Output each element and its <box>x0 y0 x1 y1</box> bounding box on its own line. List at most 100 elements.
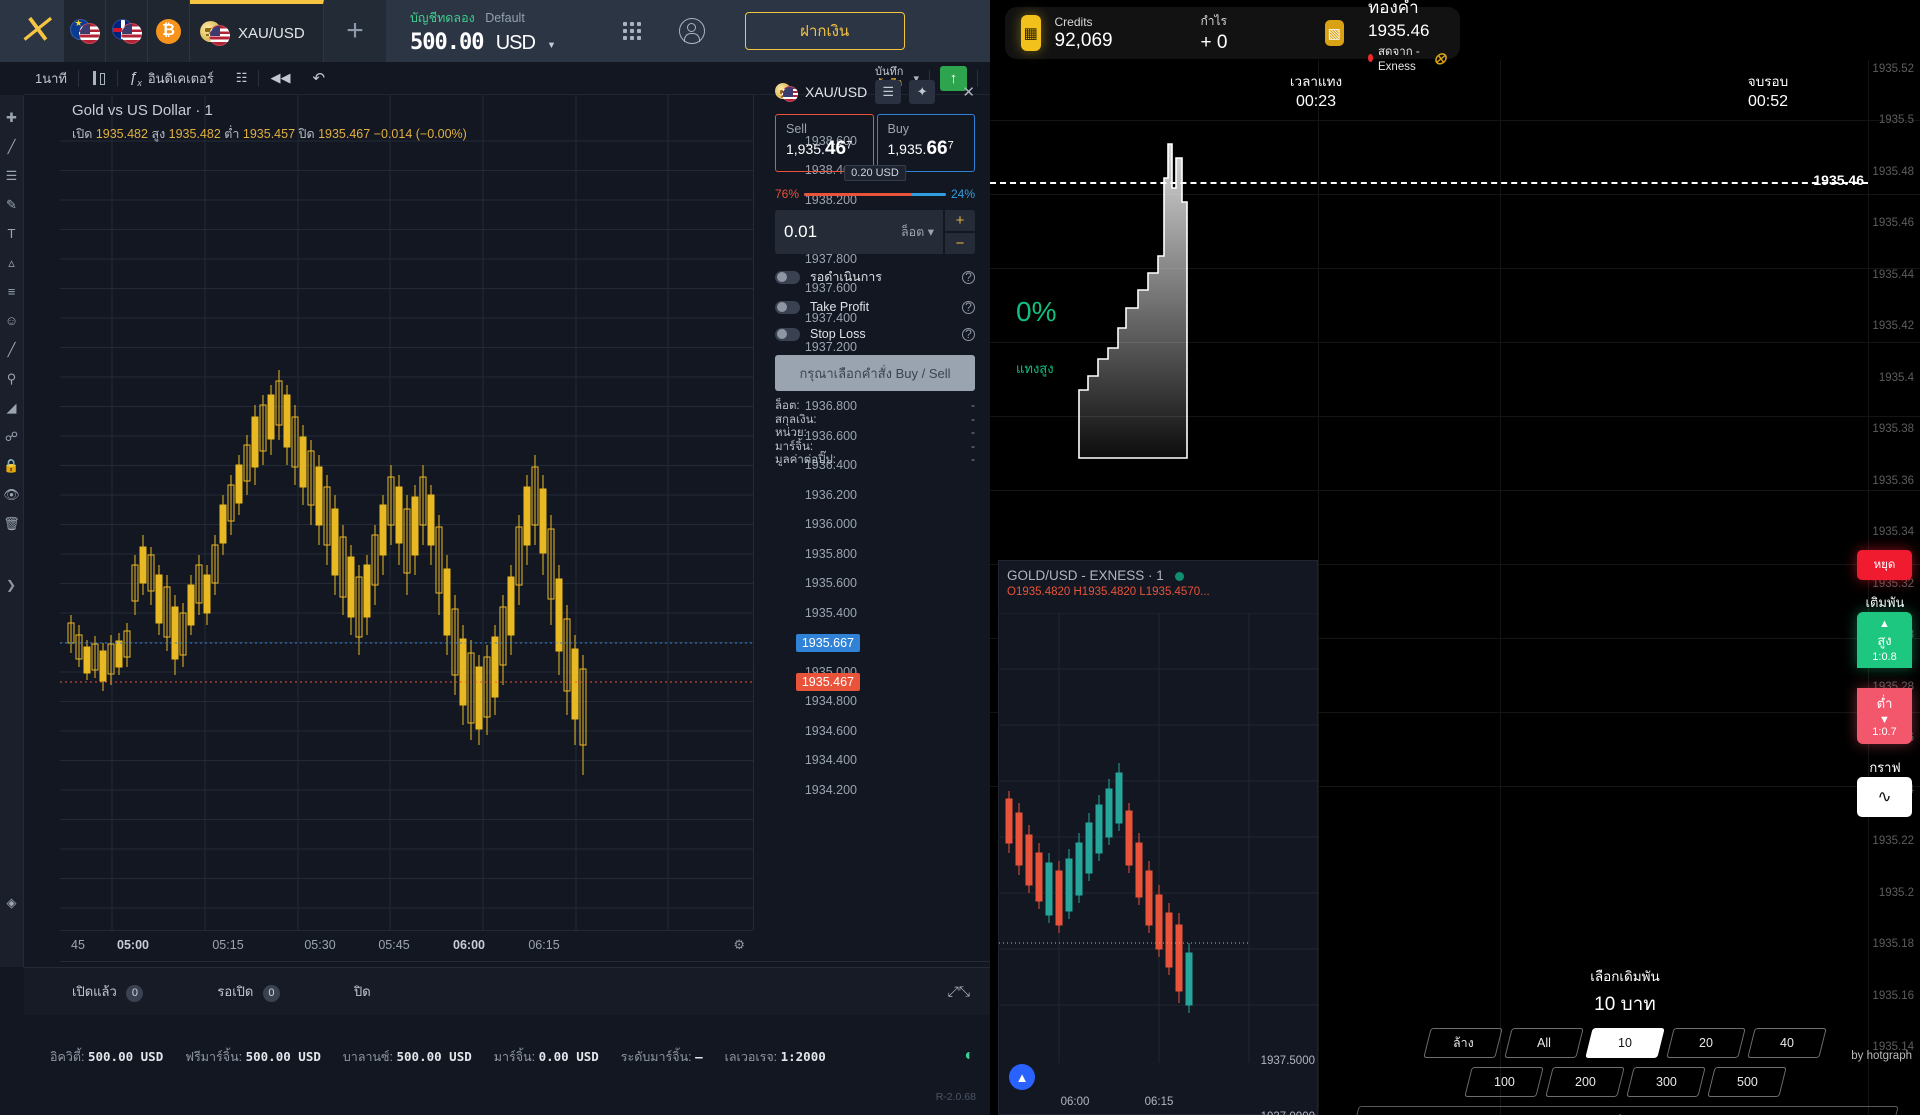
trash-icon[interactable]: 🗑 <box>0 509 24 538</box>
chevron-down-icon[interactable]: ▾ <box>547 37 556 53</box>
tab-pending-positions[interactable]: รอเปิด 0 <box>217 981 280 1002</box>
eu-us-flag-pair-icon <box>69 19 100 44</box>
current-price-label: 1935.46 <box>1813 172 1864 188</box>
mini-price-tick: 1937.5000 <box>1260 1055 1315 1067</box>
sentiment-progress <box>804 192 946 196</box>
lot-input[interactable]: 0.01 ล็อต ▾ <box>775 210 943 254</box>
user-profile-icon[interactable] <box>678 18 705 44</box>
chip-all[interactable]: All <box>1504 1028 1584 1058</box>
lot-size-field[interactable]: 0.01 ล็อต ▾ + − <box>775 210 975 254</box>
how-to-play-button[interactable]: วิธีเล่น <box>1351 1106 1899 1115</box>
tab-open-positions[interactable]: เปิดแล้ว 0 <box>72 981 144 1002</box>
symbol-tab-gbpusd[interactable] <box>106 0 148 62</box>
hg-price-tick: 1935.4 <box>1878 372 1914 384</box>
chart-grid <box>60 95 753 930</box>
bet-chip-row-2: 100 200 300 500 <box>1330 1067 1920 1097</box>
magnet-icon[interactable]: ☍ <box>0 422 24 451</box>
sell-button[interactable]: Sell 1,935.467 <box>775 114 874 172</box>
layers-icon[interactable]: ◈ <box>0 888 24 917</box>
take-profit-toggle[interactable] <box>775 300 800 314</box>
layout-button[interactable]: ☷ <box>225 62 259 95</box>
pending-order-toggle-row[interactable]: รอดำเนินการ ? <box>775 267 975 287</box>
time-tick: 45 <box>71 938 85 952</box>
expand-icon[interactable]: ⤢⤡ <box>948 983 990 1000</box>
pattern-icon[interactable]: ▵ <box>0 248 24 277</box>
chip-200[interactable]: 200 <box>1544 1067 1625 1097</box>
mini-time-tick: 06:00 <box>1060 1096 1090 1108</box>
deposit-button[interactable]: ฝากเงิน <box>744 12 905 50</box>
chip-500[interactable]: 500 <box>1706 1067 1787 1097</box>
text-icon[interactable]: T <box>0 219 24 248</box>
hg-price-tick: 1935.46 <box>1872 217 1914 229</box>
brush-icon[interactable]: ✎ <box>0 190 24 219</box>
account-selector[interactable]: บัญชีทดลอง Default 500.00 USD ▾ <box>410 8 556 55</box>
pending-order-toggle[interactable] <box>775 270 800 284</box>
lot-value: 0.01 <box>784 222 818 241</box>
entry-countdown-label: เวลาแทง <box>1289 74 1343 89</box>
tradingview-icon[interactable]: ▲ <box>1009 1064 1035 1090</box>
tab-closed-positions[interactable]: ปิด <box>354 981 371 1002</box>
time-tick: 05:45 <box>378 938 410 952</box>
take-profit-toggle-row[interactable]: Take Profit ? <box>775 300 975 314</box>
lot-increase-button[interactable]: + <box>945 210 975 231</box>
symbol-block: ทองคำ 1935.46 สดจาก - Exness ⨂ <box>1368 0 1446 73</box>
chip-100[interactable]: 100 <box>1463 1067 1544 1097</box>
trendline-icon[interactable]: ╱ <box>0 132 24 161</box>
chip-300[interactable]: 300 <box>1625 1067 1706 1097</box>
auto-click-icon[interactable]: ✦ <box>909 80 936 104</box>
symbol-tab-btc[interactable]: ₿ <box>148 0 190 62</box>
sidebar-expand-arrow[interactable]: ❯ <box>6 578 16 592</box>
lot-unit-dropdown[interactable]: ล็อต ▾ <box>901 222 934 242</box>
close-icon[interactable]: ✕ <box>962 83 975 101</box>
symbol-tab-eurusd[interactable] <box>64 0 106 62</box>
stop-loss-toggle-row[interactable]: Stop Loss ? <box>775 327 975 341</box>
time-axis[interactable]: 45 05:00 05:15 05:30 05:45 06:00 06:15 ⚙ <box>60 930 753 960</box>
stop-loss-toggle[interactable] <box>775 327 800 341</box>
forecast-icon[interactable]: ≡ <box>0 277 24 306</box>
replay-button[interactable]: ◀◀ <box>259 62 301 95</box>
hg-price-tick: 1935.38 <box>1872 423 1914 435</box>
emoji-icon[interactable]: ☺ <box>0 306 24 335</box>
time-tick: 05:00 <box>117 938 149 952</box>
buy-button[interactable]: Buy 1,935.667 <box>876 114 975 172</box>
status-label: อิควิตี้: <box>50 1050 85 1064</box>
zoom-icon[interactable]: ⚲ <box>0 364 24 393</box>
sliders-icon[interactable]: ☰ <box>875 80 902 104</box>
help-icon[interactable]: ? <box>962 300 975 314</box>
chart-plot-canvas[interactable]: Gold vs US Dollar · 1 เปิด 1935.482 สูง … <box>60 95 753 930</box>
chip-20[interactable]: 20 <box>1666 1028 1746 1058</box>
graph-toggle-button[interactable]: ∿ <box>1857 777 1912 817</box>
ruler-icon[interactable]: ╱ <box>0 335 24 364</box>
measure-icon[interactable]: ◢ <box>0 393 24 422</box>
crosshair-icon[interactable]: ✚ <box>0 103 24 132</box>
help-icon[interactable]: ? <box>962 270 975 284</box>
lot-decrease-button[interactable]: − <box>945 233 975 254</box>
exness-logo-icon[interactable]: ⨉ <box>0 0 64 62</box>
profit-block: กำไร + 0 <box>1201 12 1311 54</box>
lock-icon[interactable]: 🔒 <box>0 451 24 480</box>
bet-high-button[interactable]: ▲ สูง 1:0.8 <box>1857 612 1912 668</box>
horizontal-lines-icon[interactable]: ☰ <box>0 161 24 190</box>
eye-icon[interactable]: 👁 <box>0 480 24 509</box>
info-value: - <box>971 440 975 453</box>
info-value: - <box>971 413 975 426</box>
undo-button[interactable]: ↶ <box>301 62 336 95</box>
settle-countdown-label: จบรอบ <box>1747 74 1789 89</box>
gear-icon[interactable]: ⚙ <box>733 937 745 953</box>
timeframe-selector[interactable]: 1นาที <box>24 62 78 95</box>
chip-40[interactable]: 40 <box>1747 1028 1827 1058</box>
place-order-button[interactable]: กรุณาเลือกคำสั่ง Buy / Sell <box>775 355 975 391</box>
help-icon[interactable]: ? <box>962 327 975 341</box>
bet-low-button[interactable]: ต่ำ ▼ 1:0.7 <box>1857 688 1912 744</box>
chip-10[interactable]: 10 <box>1585 1028 1665 1058</box>
apps-grid-icon[interactable] <box>622 22 641 40</box>
stop-button[interactable]: หยุด <box>1857 550 1912 580</box>
chip-clear[interactable]: ล้าง <box>1423 1028 1503 1058</box>
mini-chart-panel[interactable]: GOLD/USD - EXNESS · 1 O1935.4820 H1935.4… <box>998 560 1319 1115</box>
chart-type-button[interactable] <box>79 62 117 95</box>
add-symbol-tab-button[interactable]: + <box>324 0 386 62</box>
indicators-button[interactable]: ƒx อินดิเคเตอร์ <box>118 62 225 95</box>
symbol-tab-xauusd[interactable]: XAU/USD <box>190 0 324 62</box>
hotgraph-symbol-label: ทองคำ 1935.46 <box>1368 0 1430 40</box>
sell-label: Sell <box>786 122 807 136</box>
